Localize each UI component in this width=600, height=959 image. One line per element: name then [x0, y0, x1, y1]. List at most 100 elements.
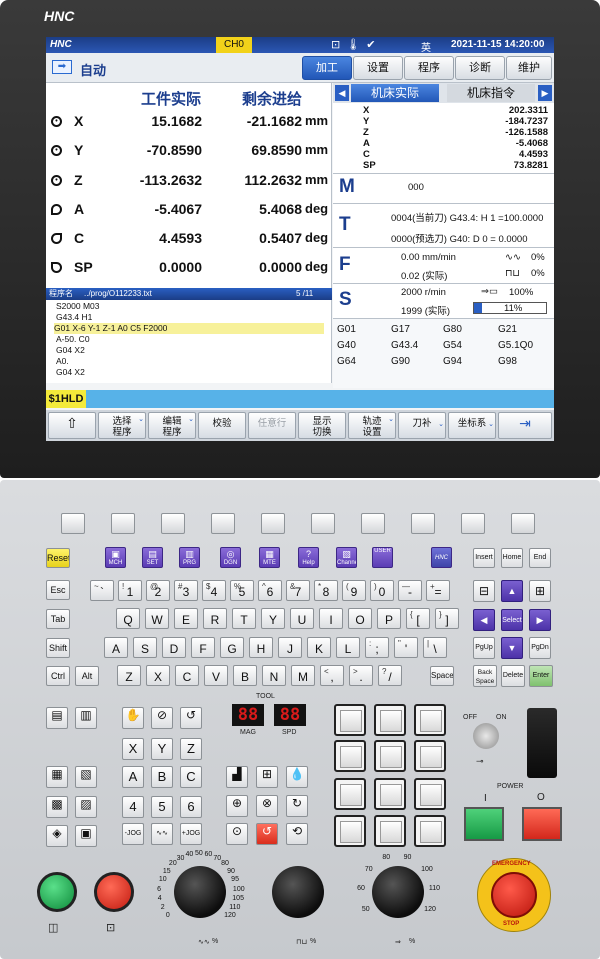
mch-key[interactable]: ▣ MCH	[105, 547, 126, 568]
key-4[interactable]: $4	[202, 580, 226, 601]
command-line[interactable]: $1HLD	[46, 390, 554, 408]
key-e[interactable]: E	[174, 608, 198, 629]
help-key[interactable]: ? Help	[298, 547, 319, 568]
spindle-cw-key[interactable]: ↻	[286, 795, 308, 817]
custom-key[interactable]	[374, 704, 406, 736]
program-line[interactable]: A0.	[56, 356, 326, 367]
program-line[interactable]: A-50. C0	[56, 334, 326, 345]
pgup-key[interactable]: PgUp	[473, 637, 495, 659]
key-o[interactable]: O	[348, 608, 372, 629]
enter-key[interactable]: Enter	[529, 665, 553, 687]
mode-mdi-key[interactable]: ▥	[75, 707, 97, 729]
channel-key[interactable]: ▧Channel	[336, 547, 357, 568]
mode-single-key[interactable]: ✋	[122, 707, 144, 729]
custom-key[interactable]	[334, 778, 366, 810]
feed-override-knob[interactable]	[174, 866, 226, 918]
dgn-key[interactable]: ◎ DGN	[220, 547, 241, 568]
tab-maintenance[interactable]: 维护	[506, 56, 552, 80]
key-y[interactable]: Y	[261, 608, 285, 629]
key-p[interactable]: P	[377, 608, 401, 629]
set-key[interactable]: ▤ SET	[142, 547, 163, 568]
axis-key-5[interactable]: 5	[151, 796, 173, 818]
space-key[interactable]: Space	[430, 666, 454, 686]
hard-softkey-8[interactable]	[411, 513, 435, 534]
program-line[interactable]: G04 X2	[56, 367, 326, 378]
key-=[interactable]: + =	[426, 580, 450, 601]
key-v[interactable]: V	[204, 665, 228, 686]
mode-handwheel-key[interactable]: ▨	[75, 796, 97, 818]
key-5[interactable]: % 5	[230, 580, 254, 601]
key--[interactable]: — -	[398, 580, 422, 601]
key-b[interactable]: B	[233, 665, 257, 686]
mode-skip-key[interactable]: ⊘	[151, 707, 173, 729]
tab-key[interactable]: Tab	[46, 609, 70, 629]
next-page-icon[interactable]: ▶	[538, 85, 552, 101]
delete-key[interactable]: Delete	[501, 665, 525, 687]
softkey-back[interactable]: ⇧	[48, 412, 96, 439]
key-g[interactable]: G	[220, 637, 244, 658]
key-][interactable]: }]	[435, 608, 459, 629]
program-line[interactable]: G04 X2	[56, 345, 326, 356]
hard-softkey-5[interactable]	[261, 513, 285, 534]
emergency-stop-button[interactable]	[491, 872, 537, 918]
key-9[interactable]: (9	[342, 580, 366, 601]
cycle-start-button[interactable]	[37, 872, 77, 912]
key-0[interactable]: ) 0	[370, 580, 394, 601]
softkey-tool-comp[interactable]: 刀补 ⌄	[398, 412, 446, 439]
prg-key[interactable]: ▥ PRG	[179, 547, 200, 568]
key-r[interactable]: R	[203, 608, 227, 629]
mode-mpg-key[interactable]: ◈	[46, 825, 68, 847]
page-right-icon[interactable]: ⊞	[529, 580, 551, 602]
program-line[interactable]: S2000 M03	[56, 301, 326, 312]
program-line-current[interactable]: G01 X-6 Y-1 Z-1 A0 C5 F2000	[54, 323, 324, 334]
program-listing[interactable]: 程序名 ../prog/O112233.txt 5 /11 S2000 M03 …	[46, 288, 332, 383]
right-arrow-key[interactable]: ▶	[529, 609, 551, 631]
key-backslash[interactable]: | \	[423, 637, 447, 658]
alt-key[interactable]: Alt	[75, 666, 99, 686]
coolant-key[interactable]: 💧	[286, 766, 308, 788]
key-switch[interactable]	[473, 723, 499, 749]
down-arrow-key[interactable]: ▼	[501, 637, 523, 659]
pgdn-key[interactable]: PgDn	[529, 637, 551, 659]
reset-key[interactable]: Reset	[46, 548, 70, 568]
clamp-key[interactable]: ▟	[226, 766, 248, 788]
hard-softkey-10[interactable]	[511, 513, 535, 534]
axis-key-y[interactable]: Y	[151, 738, 173, 760]
softkey-coordinate-system[interactable]: 坐标系 ⌄	[448, 412, 496, 439]
axis-key-c[interactable]: C	[180, 766, 202, 788]
custom-key[interactable]	[414, 740, 446, 772]
key-2[interactable]: @2	[146, 580, 170, 601]
mode-lock-key[interactable]: ▣	[75, 825, 97, 847]
softkey-next[interactable]: ⇥	[498, 412, 552, 439]
key-h[interactable]: H	[249, 637, 273, 658]
key-n[interactable]: N	[262, 665, 286, 686]
tab-machine-command[interactable]: 机床指令	[447, 84, 535, 102]
page-left-icon[interactable]: ⊟	[473, 580, 495, 602]
select-key[interactable]: Select	[501, 609, 523, 631]
axis-key-b[interactable]: B	[151, 766, 173, 788]
custom-key[interactable]	[414, 815, 446, 847]
key-i[interactable]: I	[319, 608, 343, 629]
axis-key-x[interactable]: X	[122, 738, 144, 760]
key-/[interactable]: ? /	[378, 665, 402, 686]
user-key[interactable]: USER	[372, 547, 393, 568]
key-x[interactable]: X	[146, 665, 170, 686]
key-,[interactable]: <,	[320, 665, 344, 686]
hard-softkey-7[interactable]	[361, 513, 385, 534]
softkey-verify[interactable]: 校验	[198, 412, 246, 439]
axis-key-6[interactable]: 6	[180, 796, 202, 818]
language-indicator[interactable]: 英	[421, 39, 431, 54]
key-m[interactable]: M	[291, 665, 315, 686]
key-6[interactable]: ^ 6	[258, 580, 282, 601]
softkey-display-switch[interactable]: 显示 切换	[298, 412, 346, 439]
key-[[interactable]: {[	[406, 608, 430, 629]
key-;[interactable]: :;	[365, 637, 389, 658]
key-c[interactable]: C	[175, 665, 199, 686]
ctrl-key[interactable]: Ctrl	[46, 666, 70, 686]
spindle-jog-key[interactable]: ⊙	[226, 823, 248, 845]
key-a[interactable]: A	[104, 637, 128, 658]
hnc-logo-key[interactable]: HNC	[431, 547, 452, 568]
jog-plus-key[interactable]: +JOG	[180, 823, 202, 845]
prev-page-icon[interactable]: ◀	[335, 85, 349, 101]
spindle-stop-key[interactable]: ⊗	[256, 795, 278, 817]
